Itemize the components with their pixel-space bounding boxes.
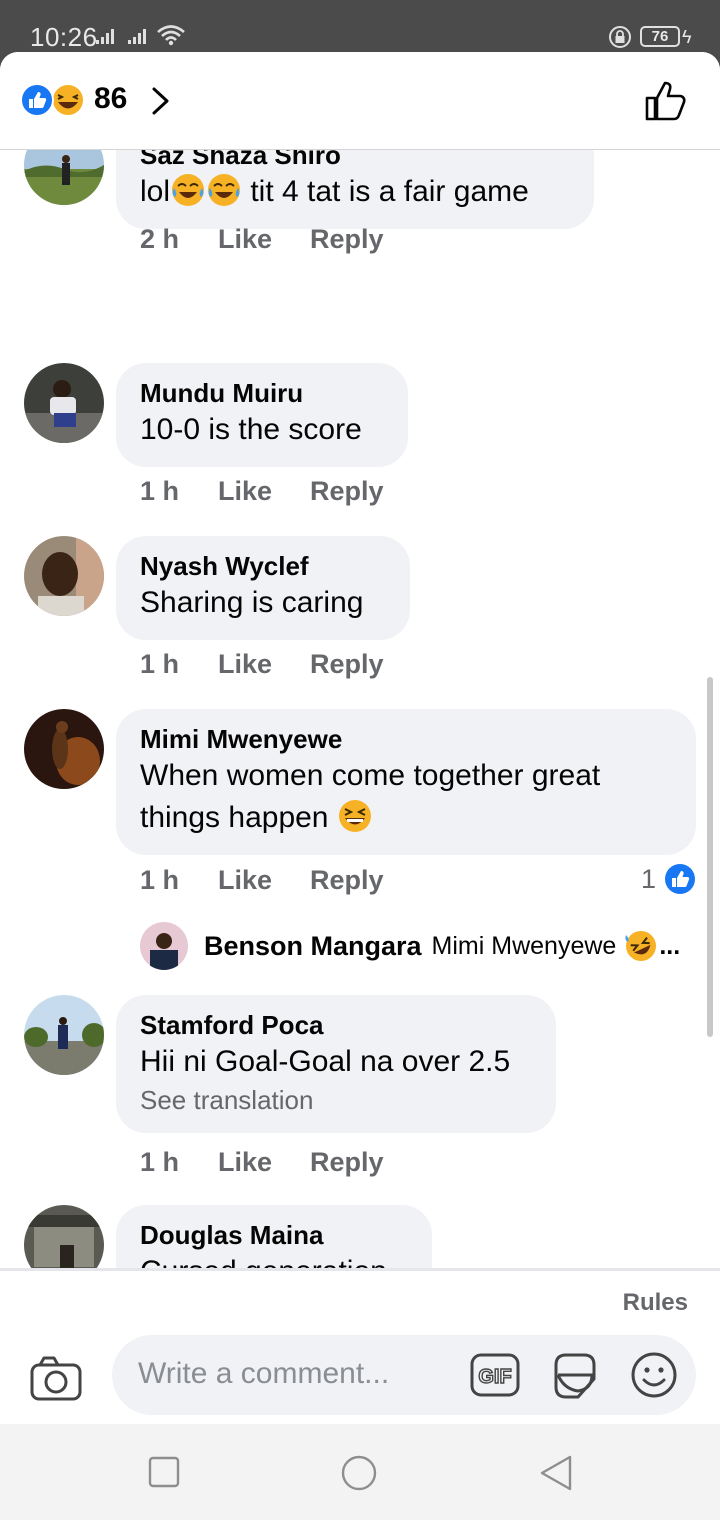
charging-icon: ϟ xyxy=(682,27,692,47)
comment-actions: 1 h Like Reply xyxy=(140,476,384,507)
like-button[interactable]: Like xyxy=(218,476,310,507)
rolling-laughing-emoji-icon xyxy=(625,931,657,961)
comment-time: 1 h xyxy=(140,649,180,679)
reply-ellipsis: ... xyxy=(659,931,681,960)
comment-author[interactable]: Mundu Muiru xyxy=(140,377,384,409)
avatar[interactable] xyxy=(140,922,188,970)
comment-author[interactable]: Mimi Mwenyewe xyxy=(140,723,672,755)
comment-author[interactable]: Nyash Wyclef xyxy=(140,550,386,582)
lock-icon xyxy=(609,26,631,48)
comment-input[interactable]: Write a comment... GIF xyxy=(112,1335,696,1415)
home-icon[interactable] xyxy=(340,1454,378,1492)
comment-text: 10-0 is the score xyxy=(140,413,362,446)
comment-text: Sharing is caring xyxy=(140,586,364,619)
wifi-icon xyxy=(157,25,185,46)
comment-time: 1 h xyxy=(140,865,180,895)
back-icon[interactable] xyxy=(536,1454,576,1492)
comment-text: lol tit 4 tat is a fair game xyxy=(140,174,529,208)
comment-actions: 2 h Like Reply xyxy=(140,224,384,255)
comment-bubble[interactable]: Nyash Wyclef Sharing is caring xyxy=(116,536,410,640)
comment-text: When women come together great things hap… xyxy=(140,759,601,834)
comment-actions: 1 h Like Reply xyxy=(140,1147,384,1178)
comment-composer-area: Rules Write a comment... GIF xyxy=(0,1268,720,1424)
see-translation-link[interactable]: See translation xyxy=(140,1083,532,1117)
comment-time: 1 h xyxy=(140,1147,180,1177)
system-nav-bar xyxy=(0,1424,720,1520)
avatar[interactable] xyxy=(24,150,104,205)
reaction-count[interactable]: 86 xyxy=(94,82,127,116)
comment-actions: 1 h Like Reply xyxy=(140,865,384,896)
comment-reaction-count[interactable]: 1 xyxy=(641,864,656,895)
like-button[interactable]: Like xyxy=(218,865,310,896)
comment-author[interactable]: Stamford Poca xyxy=(140,1009,532,1041)
reply-text: Mimi Mwenyewe xyxy=(431,931,617,960)
gif-icon[interactable]: GIF xyxy=(470,1353,520,1397)
comment-text: Hii ni Goal-Goal na over 2.5 xyxy=(140,1045,511,1078)
comments-sheet: 86 Saz Shaza Shiro lol tit 4 tat is a fa… xyxy=(0,52,720,1424)
comment-text: Cursed generation xyxy=(140,1251,408,1268)
comment-time: 1 h xyxy=(140,476,180,506)
reply-button[interactable]: Reply xyxy=(310,865,384,896)
tears-of-joy-emoji-icon xyxy=(208,174,241,206)
reply-preview[interactable]: Benson Mangara Mimi Mwenyewe ... xyxy=(140,921,680,971)
avatar[interactable] xyxy=(24,363,104,443)
comment-input-placeholder[interactable]: Write a comment... xyxy=(138,1357,389,1391)
signal-icon xyxy=(96,28,114,44)
comments-list: Saz Shaza Shiro lol tit 4 tat is a fair … xyxy=(0,150,720,1268)
emoji-picker-icon[interactable] xyxy=(630,1351,678,1399)
signal-icon xyxy=(128,28,146,44)
sticker-icon[interactable] xyxy=(550,1351,600,1401)
reply-button[interactable]: Reply xyxy=(310,224,384,255)
camera-icon[interactable] xyxy=(30,1355,82,1401)
comment-author[interactable]: Douglas Maina xyxy=(140,1219,408,1251)
avatar[interactable] xyxy=(24,1205,104,1268)
comment-bubble[interactable]: Saz Shaza Shiro lol tit 4 tat is a fair … xyxy=(116,150,594,229)
like-button[interactable]: Like xyxy=(218,649,310,680)
reactions-summary-icon[interactable] xyxy=(20,83,86,117)
like-post-icon[interactable] xyxy=(644,78,690,122)
comment-bubble[interactable]: Stamford Poca Hii ni Goal-Goal na over 2… xyxy=(116,995,556,1133)
reply-button[interactable]: Reply xyxy=(310,476,384,507)
avatar[interactable] xyxy=(24,536,104,616)
avatar[interactable] xyxy=(24,995,104,1075)
reply-button[interactable]: Reply xyxy=(310,649,384,680)
comment-actions: 1 h Like Reply xyxy=(140,649,384,680)
reactions-header[interactable]: 86 xyxy=(0,52,720,150)
comment-author[interactable]: Saz Shaza Shiro xyxy=(140,150,570,171)
comment-bubble[interactable]: Douglas Maina Cursed generation xyxy=(116,1205,432,1268)
like-button[interactable]: Like xyxy=(218,1147,310,1178)
comment-bubble[interactable]: Mimi Mwenyewe When women come together g… xyxy=(116,709,696,855)
like-button[interactable]: Like xyxy=(218,224,310,255)
tears-of-joy-emoji-icon xyxy=(172,174,205,206)
svg-text:GIF: GIF xyxy=(478,1366,511,1388)
battery-icon: 76 xyxy=(640,26,680,47)
recent-apps-icon[interactable] xyxy=(148,1456,180,1488)
rules-link[interactable]: Rules xyxy=(623,1289,688,1317)
scrollbar[interactable] xyxy=(707,677,713,1037)
reply-author[interactable]: Benson Mangara xyxy=(204,931,422,962)
reply-button[interactable]: Reply xyxy=(310,1147,384,1178)
comment-bubble[interactable]: Mundu Muiru 10-0 is the score xyxy=(116,363,408,467)
status-time: 10:26 xyxy=(30,22,98,52)
like-icon xyxy=(665,864,695,894)
comment-time: 2 h xyxy=(140,224,180,254)
avatar[interactable] xyxy=(24,709,104,789)
comment-reactions[interactable]: 1 xyxy=(641,863,696,895)
grinning-squinting-emoji-icon xyxy=(338,800,371,832)
chevron-right-icon[interactable] xyxy=(150,86,172,116)
